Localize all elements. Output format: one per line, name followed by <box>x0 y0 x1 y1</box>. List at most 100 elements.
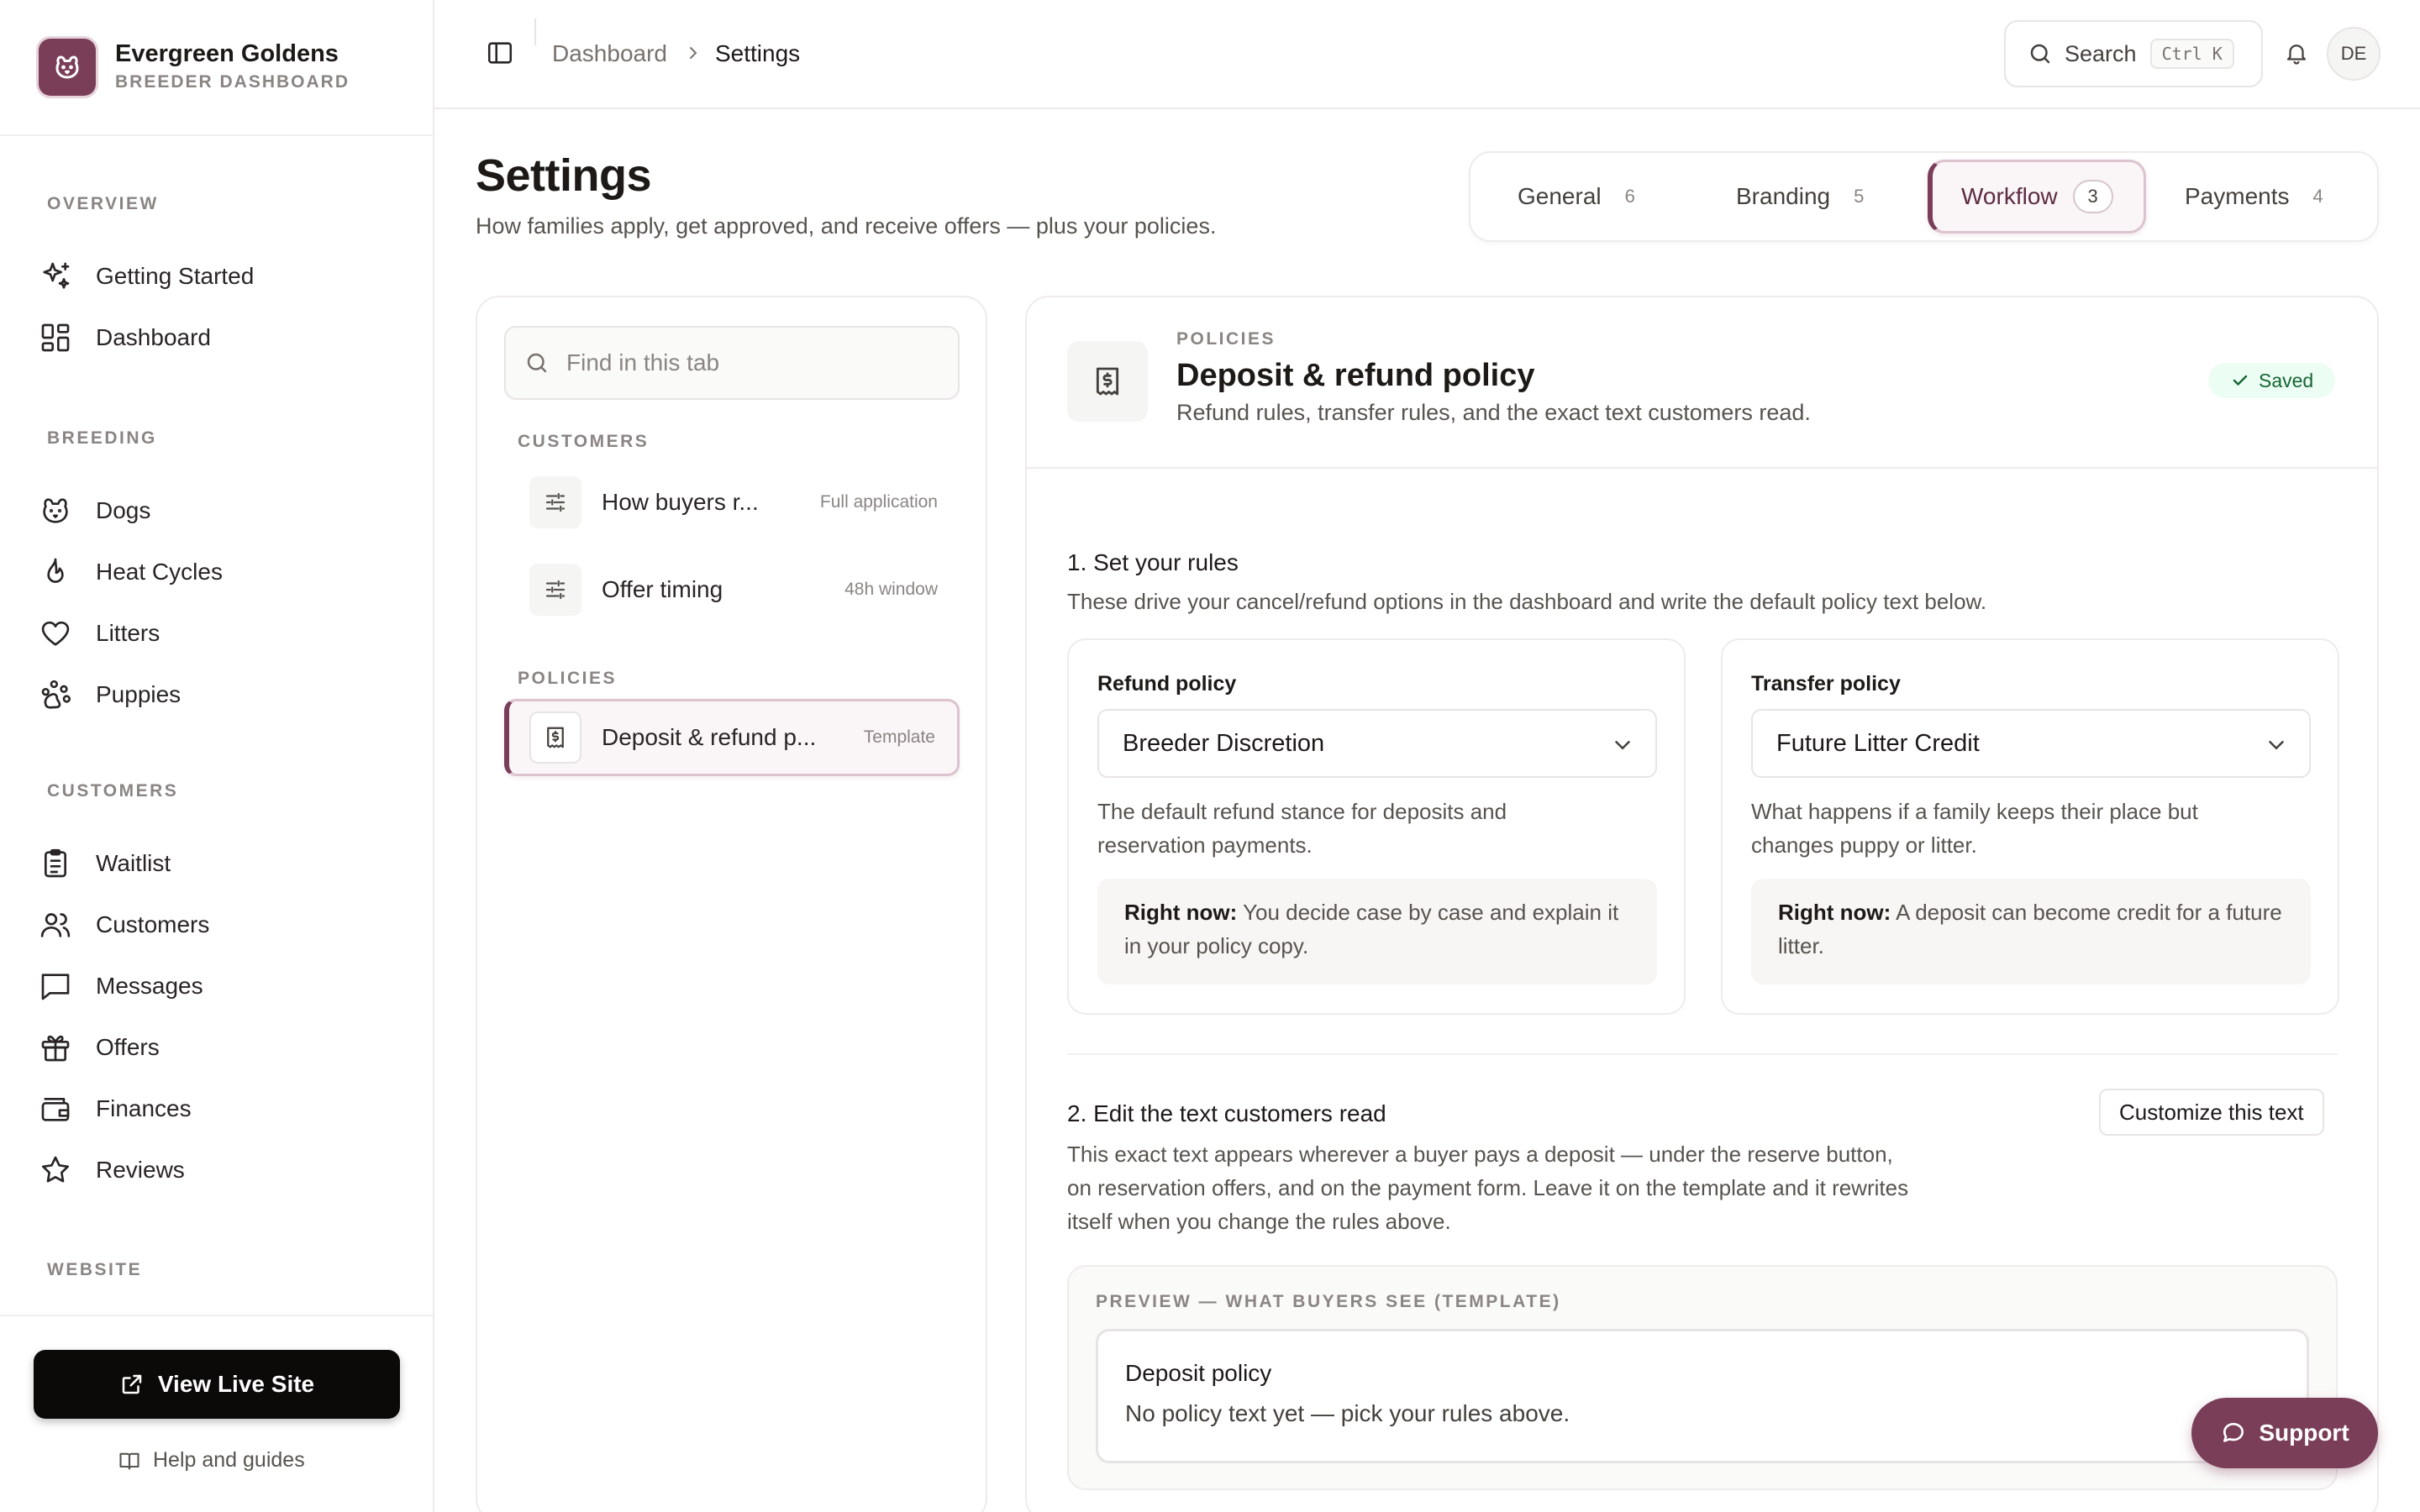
policy-preview: PREVIEW — WHAT BUYERS SEE (TEMPLATE) Dep… <box>1067 1265 2338 1490</box>
sliders-icon <box>529 476 581 528</box>
sidebar-item-label: Dogs <box>96 497 151 523</box>
sidebar-item-puppies[interactable]: Puppies <box>34 669 403 721</box>
list-item-offer-timing[interactable]: Offer timing 48h window <box>504 551 960 628</box>
sidebar-item-label: Waitlist <box>96 850 171 876</box>
check-icon <box>2230 370 2250 391</box>
tab-count: 4 <box>2312 186 2323 207</box>
sidebar-item-waitlist[interactable]: Waitlist <box>34 837 403 890</box>
tab-count: 3 <box>2072 180 2113 213</box>
transfer-policy-help: What happens if a family keeps their pla… <box>1751 799 2198 858</box>
sliders-icon <box>529 564 581 616</box>
sidebar-item-litters[interactable]: Litters <box>34 607 403 659</box>
support-button[interactable]: Support <box>2191 1398 2378 1468</box>
transfer-policy-label: Transfer policy <box>1751 672 1901 696</box>
nav-section-customers: CUSTOMERS <box>47 781 179 801</box>
flame-icon <box>35 552 76 592</box>
tab-label: Workflow <box>1961 183 2058 209</box>
refund-policy-label: Refund policy <box>1097 672 1237 696</box>
detail-subtitle: Refund rules, transfer rules, and the ex… <box>1176 400 1811 425</box>
sidebar-item-label: Messages <box>96 973 203 999</box>
preview-label: PREVIEW — WHAT BUYERS SEE (TEMPLATE) <box>1096 1292 1561 1311</box>
list-item-label: How buyers r... <box>602 489 759 515</box>
sidebar-toggle-button[interactable] <box>481 36 518 73</box>
notifications-button[interactable] <box>2279 37 2314 72</box>
list-item-deposit-refund[interactable]: Deposit & refund p... Template <box>504 699 960 776</box>
tab-label: Payments <box>2185 183 2290 209</box>
search-button[interactable]: Search Ctrl K <box>2004 20 2263 87</box>
list-section-policies: POLICIES <box>518 669 618 688</box>
sidebar-item-label: Puppies <box>96 681 182 707</box>
book-icon <box>118 1449 141 1473</box>
message-icon <box>35 966 76 1006</box>
preview-box: Deposit policy No policy text yet — pick… <box>1096 1329 2309 1463</box>
status-badge-label: Saved <box>2259 369 2314 391</box>
sparkles-icon <box>35 256 76 297</box>
list-section-customers: CUSTOMERS <box>518 432 650 451</box>
tab-workflow[interactable]: Workflow 3 <box>1928 160 2146 234</box>
find-in-tab-field[interactable] <box>504 326 960 400</box>
transfer-policy-select[interactable]: Future Litter Credit <box>1751 709 2311 778</box>
sidebar-item-finances[interactable]: Finances <box>34 1083 403 1135</box>
find-in-tab-input[interactable] <box>566 349 953 376</box>
list-item-meta: Full application <box>819 492 938 512</box>
chat-bubble-icon <box>2220 1420 2247 1446</box>
sidebar-item-dashboard[interactable]: Dashboard <box>34 312 403 364</box>
sidebar-item-label: Finances <box>96 1095 192 1121</box>
heart-icon <box>35 613 76 654</box>
list-item-label: Deposit & refund p... <box>602 724 817 750</box>
sidebar-item-label: Dashboard <box>96 324 211 350</box>
breadcrumb-settings: Settings <box>715 40 801 66</box>
help-guides-label: Help and guides <box>153 1448 305 1472</box>
right-now-label: Right now: <box>1124 900 1238 925</box>
star-icon <box>35 1150 76 1190</box>
list-item-label: Offer timing <box>602 576 723 602</box>
sidebar-item-reviews[interactable]: Reviews <box>34 1144 403 1196</box>
nav-section-breeding: BREEDING <box>47 428 157 448</box>
sidebar-item-offers[interactable]: Offers <box>34 1021 403 1074</box>
customize-text-button[interactable]: Customize this text <box>2099 1089 2324 1136</box>
sidebar-item-label: Offers <box>96 1034 160 1060</box>
preview-text: No policy text yet — pick your rules abo… <box>1125 1400 1570 1426</box>
view-live-site-button[interactable]: View Live Site <box>34 1350 400 1419</box>
wallet-icon <box>35 1089 76 1129</box>
tab-general[interactable]: General 6 <box>1518 160 1635 234</box>
paw-icon <box>35 675 76 715</box>
sidebar-item-dogs[interactable]: Dogs <box>34 485 403 537</box>
status-badge: Saved <box>2208 363 2336 398</box>
sidebar-item-label: Customers <box>96 911 210 937</box>
gift-icon <box>35 1027 76 1068</box>
list-item-meta: Template <box>863 727 935 747</box>
sidebar-item-getting-started[interactable]: Getting Started <box>34 250 403 302</box>
sidebar-item-messages[interactable]: Messages <box>34 960 403 1012</box>
right-now-label: Right now: <box>1778 900 1891 925</box>
help-guides-link[interactable]: Help and guides <box>118 1448 305 1473</box>
list-item-how-buyers[interactable]: How buyers r... Full application <box>504 464 960 541</box>
tab-branding[interactable]: Branding 5 <box>1736 160 1864 234</box>
support-label: Support <box>2259 1420 2349 1446</box>
sidebar: Evergreen Goldens BREEDER DASHBOARD OVER… <box>0 0 434 1512</box>
page-subtitle: How families apply, get approved, and re… <box>476 213 1217 239</box>
view-live-site-label: View Live Site <box>157 1371 315 1397</box>
brand-subtitle: BREEDER DASHBOARD <box>115 72 350 92</box>
external-link-icon <box>119 1372 145 1397</box>
topbar-divider <box>534 18 536 45</box>
nav-section-website: WEBSITE <box>47 1260 143 1279</box>
breadcrumb-dashboard[interactable]: Dashboard <box>552 40 667 67</box>
search-icon <box>2028 41 2053 66</box>
tab-label: General <box>1518 183 1602 209</box>
grid-icon <box>35 318 76 358</box>
refund-policy-card: Refund policy Breeder Discretion The def… <box>1067 638 1686 1015</box>
receipt-icon <box>1067 341 1148 422</box>
brand-name: Evergreen Goldens <box>115 40 339 67</box>
sidebar-item-customers[interactable]: Customers <box>34 899 403 951</box>
tab-payments[interactable]: Payments 4 <box>2185 160 2323 234</box>
brand-header: Evergreen Goldens BREEDER DASHBOARD <box>0 0 433 136</box>
paw-face-icon[interactable] <box>39 39 96 96</box>
topbar: Dashboard Settings Search Ctrl K DE <box>434 0 2420 109</box>
sidebar-item-label: Reviews <box>96 1157 185 1183</box>
transfer-policy-current: Right now: A deposit can become credit f… <box>1751 879 2311 984</box>
refund-policy-select[interactable]: Breeder Discretion <box>1097 709 1657 778</box>
sidebar-item-heat-cycles[interactable]: Heat Cycles <box>34 546 403 598</box>
avatar[interactable]: DE <box>2327 27 2381 81</box>
users-icon <box>35 905 76 945</box>
